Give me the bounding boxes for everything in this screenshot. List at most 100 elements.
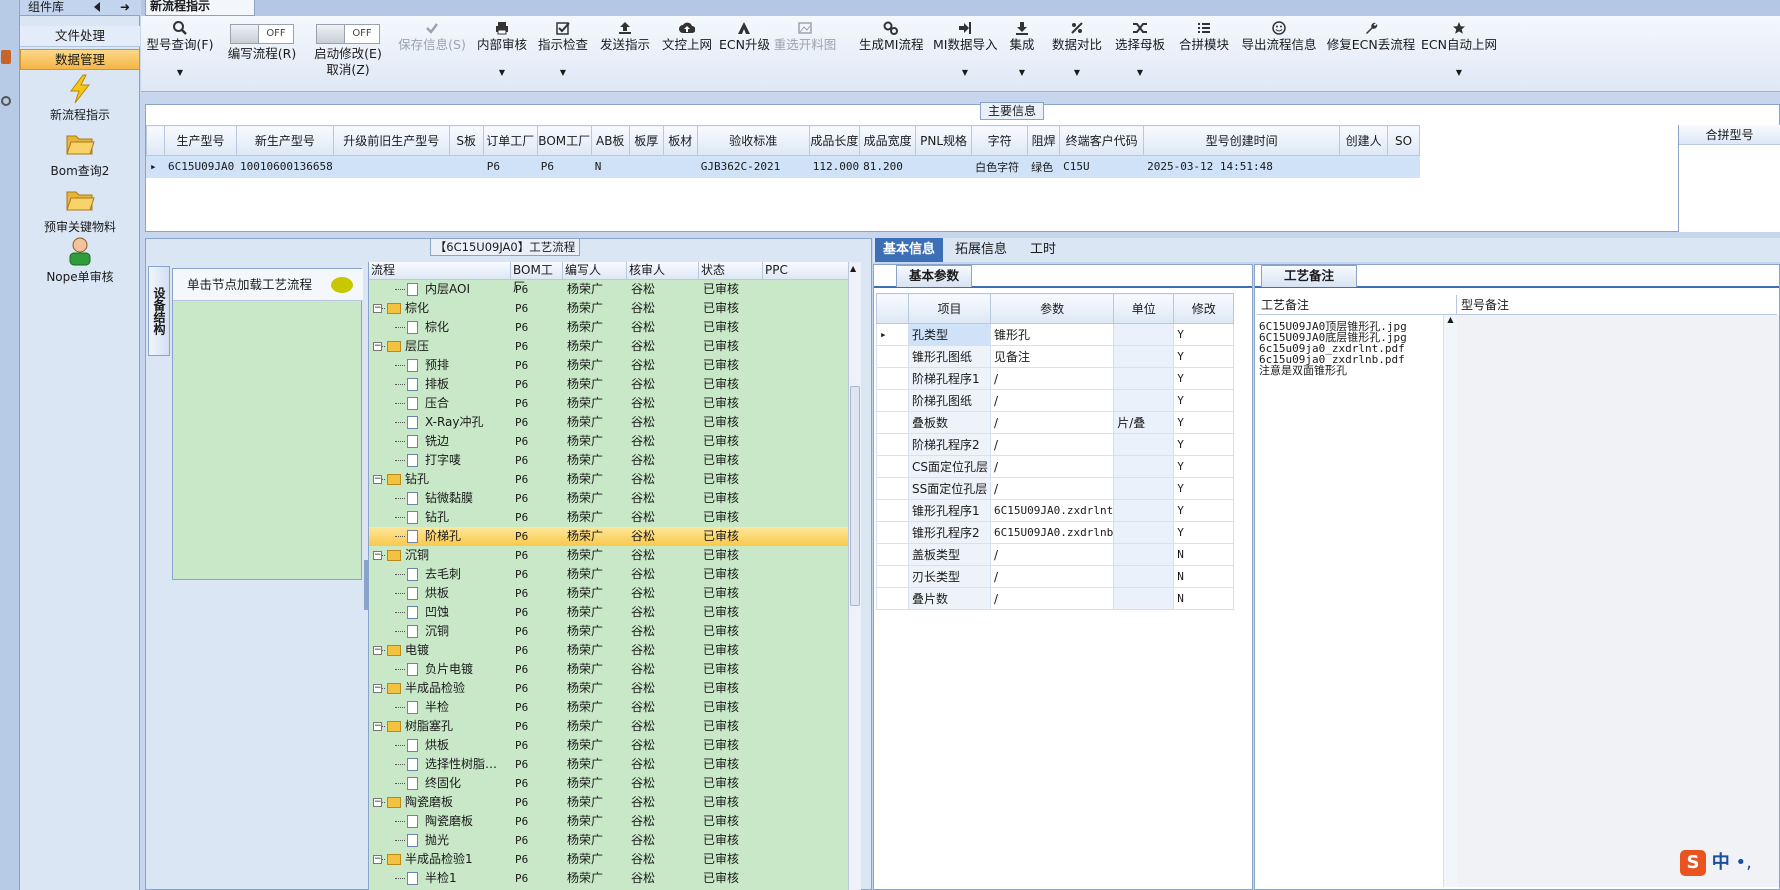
tree-row[interactable]: 排板 P6 杨荣广 谷松 已审核 xyxy=(369,375,849,394)
column-header[interactable]: 核审人 xyxy=(627,262,699,280)
tree-row[interactable]: − 电镀 P6 杨荣广 谷松 已审核 xyxy=(369,641,849,660)
sidebar-item-nope-review[interactable]: Nope单审核 xyxy=(20,236,140,285)
model-query-button[interactable]: 型号查询(F) ▼ xyxy=(145,16,215,92)
tree-row[interactable]: 内层AOI P6 杨荣广 谷松 已审核 xyxy=(369,280,849,299)
column-header[interactable]: 订单工厂 xyxy=(482,125,538,156)
table-cell[interactable]: Y xyxy=(1173,389,1235,412)
table-cell[interactable]: 锥形孔 xyxy=(989,323,1115,346)
tree-row[interactable]: − 半成品检验 P6 杨荣广 谷松 已审核 xyxy=(369,679,849,698)
column-header[interactable]: 成品长度 xyxy=(808,125,861,156)
table-cell[interactable]: Y xyxy=(1173,345,1235,368)
sidebar-item-new-flow[interactable]: 新流程指示 xyxy=(20,74,140,123)
tree-row[interactable]: 棕化 P6 杨荣广 谷松 已审核 xyxy=(369,318,849,337)
tree-row[interactable]: X-Ray冲孔 P6 杨荣广 谷松 已审核 xyxy=(369,413,849,432)
collapse-toggle-icon[interactable]: − xyxy=(373,684,382,693)
generate-mi-flow-button[interactable]: 生成MI流程 xyxy=(859,16,923,92)
table-cell[interactable]: 锥形孔程序2 xyxy=(908,521,991,544)
column-header[interactable]: 新生产型号 xyxy=(236,125,334,156)
tree-row[interactable]: 终固化 P6 杨荣广 谷松 已审核 xyxy=(369,774,849,793)
tab-extended-info[interactable]: 拓展信息 xyxy=(947,238,1015,262)
sidebar-item-bom-query[interactable]: Bom查询2 xyxy=(20,130,140,179)
table-cell[interactable]: 叠片数 xyxy=(908,587,991,610)
table-cell[interactable]: / xyxy=(989,389,1115,412)
table-cell[interactable]: 绿色 xyxy=(1027,155,1061,178)
column-header[interactable]: 板厚 xyxy=(628,125,664,156)
table-cell[interactable]: 片/叠 xyxy=(1113,411,1175,434)
table-row[interactable]: 叠片数 / N xyxy=(876,587,1235,610)
column-header[interactable]: 流程 xyxy=(369,262,511,280)
tree-row[interactable]: 沉铜 P6 杨荣广 谷松 已审核 xyxy=(369,622,849,641)
tree-row[interactable]: − 沉铜 P6 杨荣广 谷松 已审核 xyxy=(369,546,849,565)
tree-row[interactable]: 钻微黏膜 P6 杨荣广 谷松 已审核 xyxy=(369,489,849,508)
tree-row[interactable]: − 树脂塞孔 P6 杨荣广 谷松 已审核 xyxy=(369,717,849,736)
tree-row[interactable]: − 层压 P6 杨荣广 谷松 已审核 xyxy=(369,337,849,356)
arrow-left-icon[interactable] xyxy=(94,2,100,12)
table-cell[interactable]: 孔类型 xyxy=(908,323,991,346)
table-cell[interactable]: P6 xyxy=(482,155,538,178)
tree-row[interactable]: 钻孔 P6 杨荣广 谷松 已审核 xyxy=(369,508,849,527)
table-cell[interactable] xyxy=(1113,345,1175,368)
table-row[interactable]: CS面定位孔层 / Y xyxy=(876,455,1235,478)
table-cell[interactable]: Y xyxy=(1173,323,1235,346)
collapse-toggle-icon[interactable]: − xyxy=(373,551,382,560)
column-header[interactable]: 生产型号 xyxy=(164,125,237,156)
repair-ecn-flow-button[interactable]: 修复ECN丢流程 xyxy=(1324,16,1418,92)
chevron-down-icon[interactable]: ▼ xyxy=(1110,68,1170,77)
table-cell[interactable] xyxy=(332,155,450,178)
table-cell[interactable]: 叠板数 xyxy=(908,411,991,434)
table-cell[interactable] xyxy=(1113,499,1175,522)
tree-row[interactable]: 半检 P6 杨荣广 谷松 已审核 xyxy=(369,698,849,717)
scroll-up-icon[interactable]: ▲ xyxy=(850,264,856,273)
tree-row[interactable]: 负片电镀 P6 杨荣广 谷松 已审核 xyxy=(369,660,849,679)
table-cell[interactable]: 盖板类型 xyxy=(908,543,991,566)
column-header[interactable]: 板材 xyxy=(662,125,698,156)
table-row[interactable]: 刃长类型 / N xyxy=(876,565,1235,588)
mi-data-import-button[interactable]: MI数据导入 ▼ xyxy=(933,16,997,92)
table-cell[interactable]: 6C15U09JA0.zxdrlnt xyxy=(989,499,1115,522)
table-cell[interactable] xyxy=(628,155,664,178)
table-cell[interactable]: P6 xyxy=(536,155,592,178)
table-cell[interactable] xyxy=(662,155,698,178)
integrate-button[interactable]: 集成 ▼ xyxy=(1001,16,1043,92)
column-header[interactable]: 验收标准 xyxy=(696,125,810,156)
tree-row[interactable]: 选择性树脂… P6 杨荣广 谷松 已审核 xyxy=(369,755,849,774)
tree-row[interactable]: 抛光 P6 杨荣广 谷松 已审核 xyxy=(369,831,849,850)
table-cell[interactable] xyxy=(1113,587,1175,610)
table-cell[interactable]: / xyxy=(989,543,1115,566)
table-cell[interactable]: 刃长类型 xyxy=(908,565,991,588)
column-header[interactable]: 参数 xyxy=(989,293,1115,324)
table-cell[interactable]: 锥形孔程序1 xyxy=(908,499,991,522)
tab-process-notes[interactable]: 工艺备注 xyxy=(1261,265,1357,287)
tree-row[interactable]: 压合 P6 杨荣广 谷松 已审核 xyxy=(369,394,849,413)
table-cell[interactable] xyxy=(1113,455,1175,478)
collapse-toggle-icon[interactable]: − xyxy=(373,798,382,807)
tree-row[interactable]: 半检1 P6 杨荣广 谷松 已审核 xyxy=(369,869,849,888)
column-header[interactable]: 创建人 xyxy=(1339,125,1389,156)
process-notes-text[interactable]: 6C15U09JA0顶层锥形孔.jpg 6C15U09JA0底层锥形孔.jpg 6c… xyxy=(1259,321,1443,376)
table-cell[interactable]: 112.000 xyxy=(808,155,861,178)
table-row[interactable]: 叠板数 / 片/叠 Y xyxy=(876,411,1235,434)
table-row[interactable]: 阶梯孔程序2/ Y xyxy=(876,433,1235,456)
column-header[interactable]: 终端客户代码 xyxy=(1059,125,1145,156)
table-cell[interactable]: Y xyxy=(1173,477,1235,500)
chevron-down-icon[interactable]: ▼ xyxy=(1047,68,1107,77)
internal-review-button[interactable]: 内部审核 ▼ xyxy=(473,16,531,92)
tree-row[interactable]: 去毛刺 P6 杨荣广 谷松 已审核 xyxy=(369,565,849,584)
model-notes-area[interactable] xyxy=(1457,315,1779,887)
merge-module-button[interactable]: 合拼模块 xyxy=(1174,16,1234,92)
ecn-upgrade-button[interactable]: ECN升级 xyxy=(719,16,770,92)
cancel-label[interactable]: 取消(Z) xyxy=(309,62,387,78)
table-cell[interactable] xyxy=(1339,155,1389,178)
lock-icon[interactable] xyxy=(1,50,11,64)
column-header[interactable]: S板 xyxy=(448,125,484,156)
table-cell[interactable] xyxy=(915,155,973,178)
table-cell[interactable] xyxy=(1113,323,1175,346)
ime-indicator[interactable]: S 中 •, xyxy=(1680,848,1780,878)
column-header[interactable]: 型号创建时间 xyxy=(1143,125,1341,156)
table-row[interactable]: 盖板类型 / N xyxy=(876,543,1235,566)
column-header[interactable]: 阻焊 xyxy=(1027,125,1061,156)
table-cell[interactable] xyxy=(1113,565,1175,588)
tree-row[interactable]: 预排 P6 杨荣广 谷松 已审核 xyxy=(369,356,849,375)
table-cell[interactable]: Y xyxy=(1173,367,1235,390)
table-cell[interactable]: 阶梯孔程序1 xyxy=(908,367,991,390)
